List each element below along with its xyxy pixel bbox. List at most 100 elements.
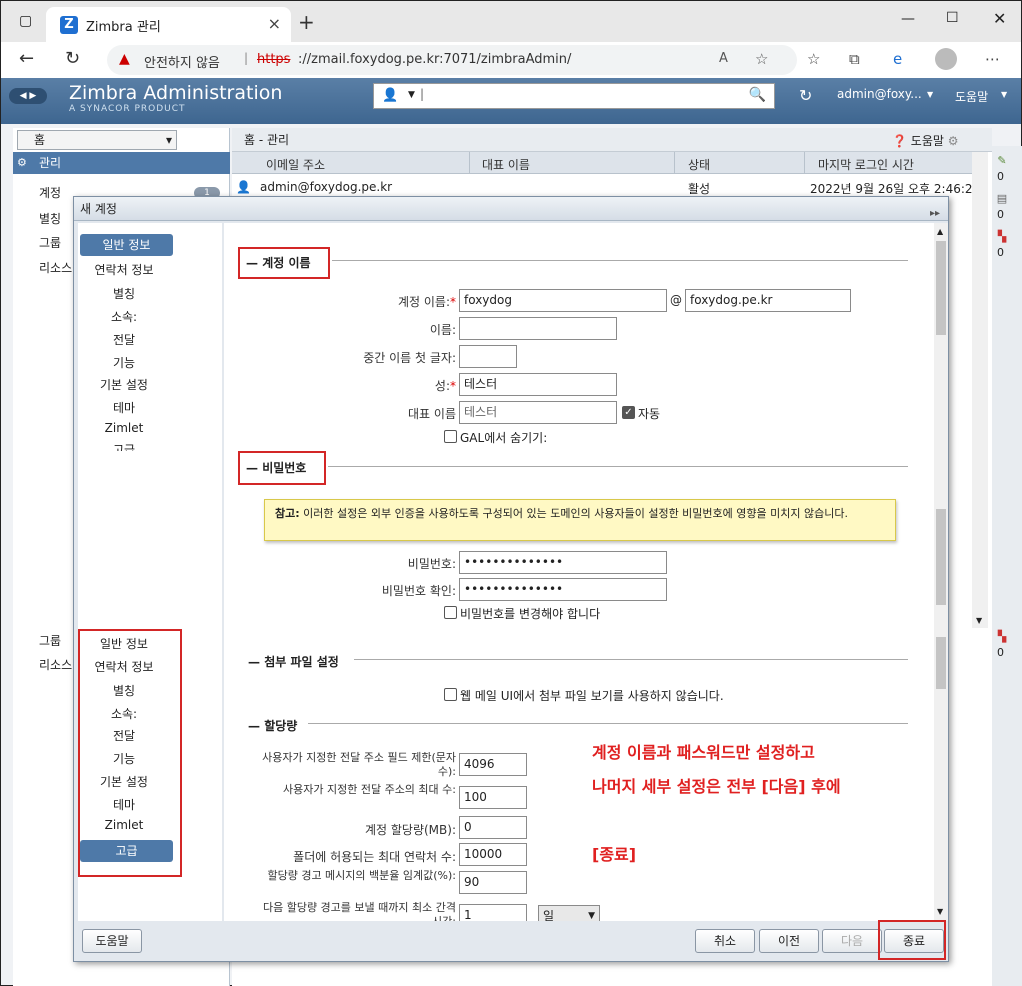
search-icon[interactable]: 🔍 [749, 87, 766, 103]
chevron-down-icon[interactable]: ▼ [588, 906, 595, 921]
nav-aliases[interactable]: 별칭 [39, 210, 61, 227]
new-tab-icon[interactable]: + [298, 10, 315, 34]
auto-display-name-checkbox[interactable]: ✓ [622, 406, 635, 419]
back-icon[interactable]: ← [19, 48, 34, 69]
tab-actions-icon[interactable]: ▢ [19, 13, 32, 29]
account-quota-input[interactable]: 0 [459, 816, 527, 839]
column-last-login[interactable]: 마지막 로그인 시간 [818, 156, 914, 173]
quota-forward-limit-input[interactable]: 4096 [459, 753, 527, 776]
quota-forward-max-input[interactable]: 100 [459, 786, 527, 809]
nav-groups[interactable]: 그룹 [39, 234, 61, 251]
password-input[interactable]: •••••••••••••• [459, 551, 667, 574]
password-confirm-input[interactable]: •••••••••••••• [459, 578, 667, 601]
wizard-nav-features[interactable]: 기능 [52, 354, 196, 371]
wizard-nav-aliases[interactable]: 별칭 [52, 285, 196, 302]
finish-button[interactable]: 종료 [884, 929, 944, 953]
status-icon[interactable]: ▚ [992, 230, 1012, 243]
nav-accounts[interactable]: 계정 [39, 184, 61, 201]
account-name-label: 계정 이름:* [397, 295, 456, 309]
display-name-input[interactable]: 테스터 [459, 401, 617, 424]
scroll-up-icon[interactable]: ▲ [937, 227, 943, 236]
window-close-icon[interactable]: ✕ [993, 9, 1006, 28]
nav-arrows-icon[interactable]: ◀ ▶ [9, 88, 47, 104]
wizard-nav-themes[interactable]: 테마 [52, 399, 196, 416]
zimbra-favicon-icon: Z [60, 16, 78, 34]
disable-attachment-view-checkbox[interactable] [444, 688, 457, 701]
strip-count: 0 [997, 208, 1004, 221]
chevron-down-icon[interactable]: ▼ [408, 90, 415, 100]
dialog-title[interactable]: 새 계정 ▸▸ [74, 197, 948, 221]
help-button[interactable]: 도움말 [82, 929, 142, 953]
home-select[interactable]: 홈 ▾ [17, 130, 177, 150]
tab-close-icon[interactable]: × [268, 14, 281, 33]
search-input[interactable]: | [420, 87, 424, 101]
account-name-input[interactable]: foxydog [459, 289, 667, 312]
refresh-icon[interactable]: ↻ [799, 86, 812, 105]
zimbra-brand: Zimbra Administration [69, 82, 283, 104]
notes-icon[interactable]: ✎ [992, 154, 1012, 167]
wizard-nav-forwarding[interactable]: 전달 [52, 331, 196, 348]
first-name-input[interactable] [459, 317, 617, 340]
middle-initial-input[interactable] [459, 345, 517, 368]
previous-button[interactable]: 이전 [759, 929, 819, 953]
scroll-down-icon[interactable]: ▼ [937, 907, 943, 916]
must-change-password-checkbox[interactable] [444, 606, 457, 619]
favorite-add-icon[interactable]: ☆ [755, 50, 768, 68]
scroll-thumb[interactable] [936, 241, 946, 335]
user-menu[interactable]: admin@foxy... [837, 87, 922, 101]
disable-attachment-view-label: 웹 메일 UI에서 첨부 파일 보기를 사용하지 않습니다. [460, 689, 724, 703]
home-select-value: 홈 [34, 133, 46, 147]
wizard-nav-general[interactable]: 일반 정보 [80, 234, 173, 256]
profile-avatar[interactable] [935, 48, 957, 70]
content-help[interactable]: ❓ 도움말 ⚙ [892, 132, 959, 149]
ie-mode-icon[interactable]: e [893, 50, 902, 68]
reload-icon[interactable]: ↻ [65, 48, 80, 69]
help-chevron-icon[interactable]: ▼ [1001, 90, 1007, 99]
form-scrollbar[interactable]: ▲ ▼ [934, 223, 948, 921]
chevron-down-icon[interactable]: ▾ [166, 131, 172, 149]
scroll-thumb[interactable] [936, 637, 946, 689]
column-display-name[interactable]: 대표 이름 [482, 156, 530, 173]
section-quota: — 할당량 [248, 719, 298, 733]
security-warning[interactable]: 안전하지 않음 [144, 52, 220, 71]
minimize-icon[interactable]: — [901, 11, 915, 27]
column-status[interactable]: 상태 [688, 156, 710, 173]
management-node[interactable]: ⚙ 관리 [13, 152, 230, 174]
scroll-down-icon[interactable]: ▼ [976, 616, 982, 625]
gear-icon[interactable]: ⚙ [948, 134, 959, 148]
max-contacts-input[interactable]: 10000 [459, 843, 527, 866]
quota-warn-percent-input[interactable]: 90 [459, 871, 527, 894]
browser-tab[interactable]: Z Zimbra 관리 × [46, 7, 291, 43]
management-label: 관리 [39, 156, 62, 170]
row-last-login: 2022년 9월 26일 오후 2:46:23 [810, 182, 981, 196]
url-bar[interactable]: ▲ 안전하지 않음 | https ://zmail.foxydog.pe.kr… [107, 45, 797, 75]
quota-warn-interval-input[interactable]: 1 [459, 904, 527, 921]
wizard-nav-member-of[interactable]: 소속: [52, 308, 196, 325]
wizard-nav-advanced[interactable]: 고급 [52, 441, 196, 451]
wizard-form: — 계정 이름 계정 이름:* foxydog @ foxydog.pe.kr … [224, 223, 936, 921]
maximize-icon[interactable]: ☐ [946, 10, 959, 26]
status-icon[interactable]: ▚ [992, 630, 1012, 643]
next-button[interactable]: 다음 [822, 929, 882, 953]
menu-icon[interactable]: ⋯ [985, 50, 1000, 68]
cancel-button[interactable]: 취소 [695, 929, 755, 953]
user-search-type-icon[interactable]: 👤 [382, 88, 398, 103]
wizard-nav-contact[interactable]: 연락처 정보 [52, 261, 196, 278]
list-scrollbar[interactable]: ▼ [972, 152, 988, 628]
hide-in-gal-checkbox[interactable] [444, 430, 457, 443]
quota-warn-interval-unit-select[interactable]: 일 ▼ [538, 905, 600, 921]
quota-forward-limit-label: 사용자가 지정한 전달 주소 필드 제한(문자 수): [262, 751, 456, 778]
favorites-icon[interactable]: ☆ [807, 50, 820, 68]
scroll-thumb[interactable] [936, 509, 946, 605]
last-name-input[interactable]: 테스터 [459, 373, 617, 396]
read-aloud-icon[interactable]: A [719, 51, 728, 66]
tasks-icon[interactable]: ▤ [992, 192, 1012, 205]
header-help[interactable]: 도움말 [955, 88, 988, 105]
wizard-nav-preferences[interactable]: 기본 설정 [52, 376, 196, 393]
domain-input[interactable]: foxydog.pe.kr [685, 289, 851, 312]
user-menu-chevron-icon[interactable]: ▼ [927, 90, 933, 99]
search-bar[interactable]: 👤 ▼ | 🔍 [373, 83, 775, 109]
collections-icon[interactable]: ⧉ [849, 50, 860, 68]
column-email[interactable]: 이메일 주소 [266, 156, 325, 173]
wizard-nav-zimlets[interactable]: Zimlet [52, 421, 196, 435]
